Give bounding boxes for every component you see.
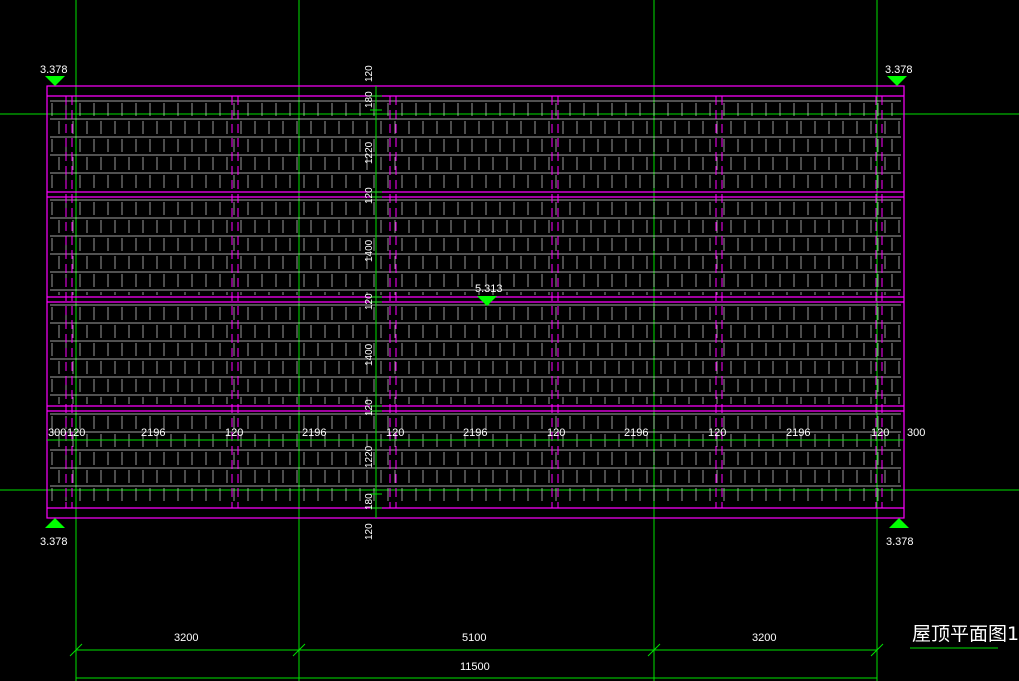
bottom-dim-0: 3200 xyxy=(174,632,198,644)
hdim-11: 120 xyxy=(871,427,889,439)
drawing-title: 屋顶平面图1: xyxy=(912,623,1019,645)
bottom-dim-2: 3200 xyxy=(752,632,776,644)
elevation-marker-bottom-right xyxy=(889,518,909,528)
roof-plan-drawing: 3.378 3.378 3.378 3.378 5.313 300 120 21… xyxy=(0,0,1019,681)
elevation-marker-top-left xyxy=(45,76,65,86)
vdim-0: 120 xyxy=(364,65,375,82)
hdim-3: 120 xyxy=(225,427,243,439)
hdim-9: 120 xyxy=(708,427,726,439)
hdim-1: 120 xyxy=(67,427,85,439)
vdim-9: 180 xyxy=(364,493,375,510)
elevation-marker-ridge xyxy=(477,296,497,306)
vdim-4: 1400 xyxy=(364,239,375,262)
vdim-7: 120 xyxy=(364,399,375,416)
hdim-12: 300 xyxy=(907,427,925,439)
hdim-0: 300 xyxy=(48,427,66,439)
vdim-6: 1400 xyxy=(364,343,375,366)
hdim-8: 2196 xyxy=(624,427,648,439)
vdim-3: 120 xyxy=(364,187,375,204)
hdim-10: 2196 xyxy=(786,427,810,439)
bottom-dimension-labels: 3200 5100 3200 11500 xyxy=(174,632,776,673)
hdim-2: 2196 xyxy=(141,427,165,439)
horizontal-dimension-labels: 300 120 2196 120 2196 120 2196 120 2196 … xyxy=(48,427,925,439)
vdim-2: 1220 xyxy=(364,141,375,164)
elevation-bottom-left: 3.378 xyxy=(40,536,68,548)
elevation-marker-bottom-left xyxy=(45,518,65,528)
vdim-8: 1220 xyxy=(364,445,375,468)
vertical-dimension-labels: 120 180 1220 120 1400 120 1400 120 1220 … xyxy=(364,65,375,540)
roof-outline xyxy=(46,85,905,519)
elevation-ridge: 5.313 xyxy=(475,283,503,295)
hdim-5: 120 xyxy=(386,427,404,439)
hdim-7: 120 xyxy=(547,427,565,439)
total-dim: 11500 xyxy=(460,661,490,673)
elevation-top-right: 3.378 xyxy=(885,64,913,76)
elevation-bottom-right: 3.378 xyxy=(886,536,914,548)
vdim-5: 120 xyxy=(364,293,375,310)
hdim-4: 2196 xyxy=(302,427,326,439)
bottom-dim-1: 5100 xyxy=(462,632,486,644)
axis-lines xyxy=(0,0,1019,681)
elevation-top-left: 3.378 xyxy=(40,64,68,76)
elevation-marker-top-right xyxy=(887,76,907,86)
hdim-6: 2196 xyxy=(463,427,487,439)
vdim-10: 120 xyxy=(364,523,375,540)
vdim-1: 180 xyxy=(364,91,375,108)
roof-tile-pattern xyxy=(50,100,901,501)
